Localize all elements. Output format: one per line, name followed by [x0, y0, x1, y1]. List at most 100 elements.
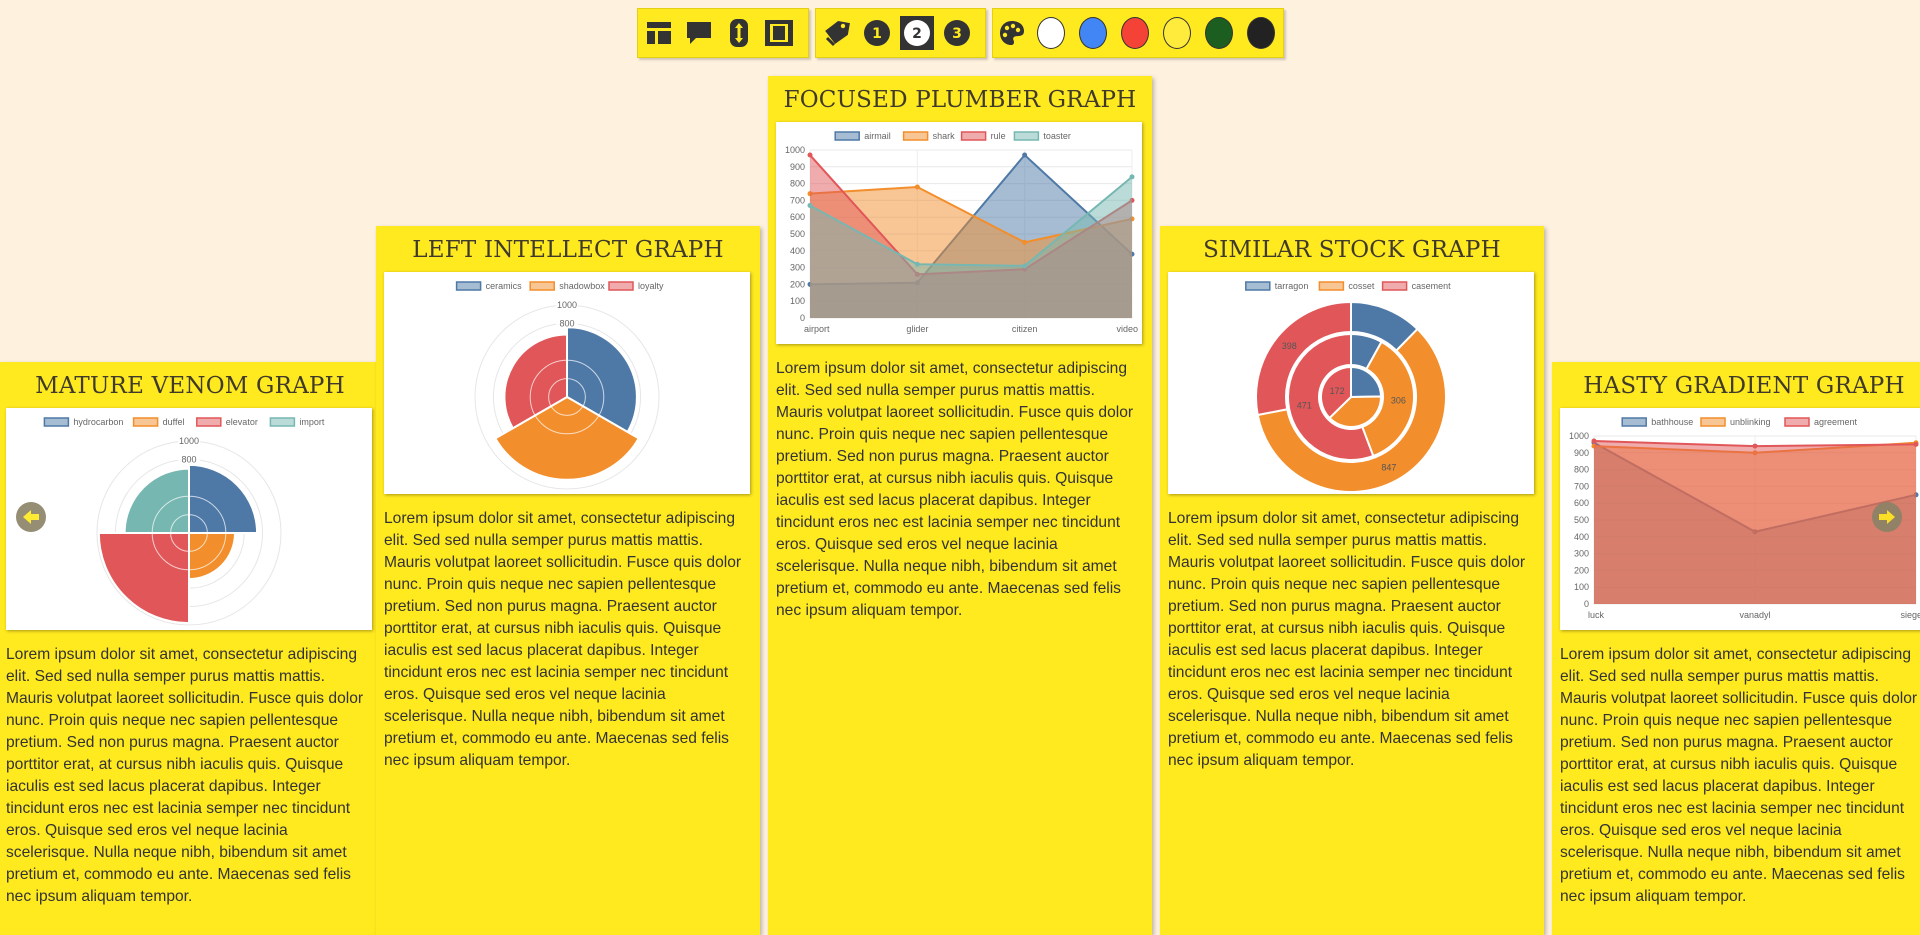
legend-label: elevator [226, 417, 258, 427]
card-title: FOCUSED PLUMBER GRAPH [783, 87, 1137, 113]
number-3-icon[interactable]: 3 [940, 16, 974, 50]
y-tick-label: 700 [790, 195, 805, 205]
y-tick-label: 400 [790, 246, 805, 256]
graph-card: FOCUSED PLUMBER GRAPH airmail shark rule to… [768, 76, 1152, 935]
layout-toolbar [637, 8, 809, 58]
card-body-text: Lorem ipsum dolor sit amet, consectetur … [776, 360, 1134, 619]
y-tick-label: 0 [1584, 599, 1589, 609]
chart-panel: bathhouse unblinking agreement 1000 900 800 70… [1560, 408, 1920, 630]
card-title: SIMILAR STOCK GRAPH [1203, 237, 1501, 263]
tag-icon[interactable] [820, 16, 854, 50]
legend-swatch [455, 281, 482, 291]
x-tick-label: siege [1900, 610, 1920, 620]
x-tick-label: vanadyl [1739, 610, 1770, 620]
color-swatch-green[interactable] [1205, 17, 1233, 49]
y-tick-label: 0 [800, 313, 805, 323]
legend-label: rule [991, 131, 1006, 141]
legend-swatch [529, 281, 555, 291]
legend-swatch [1245, 281, 1271, 291]
y-tick-label: 600 [790, 212, 805, 222]
card-body-text: Lorem ipsum dolor sit amet, consectetur … [1168, 510, 1526, 769]
color-swatch-blue[interactable] [1079, 17, 1107, 49]
number-2-icon[interactable]: 2 [900, 16, 934, 50]
graph-card: SIMILAR STOCK GRAPH tarragon cosset caseme… [1160, 226, 1544, 935]
card-body-text: Lorem ipsum dolor sit amet, consectetur … [6, 646, 364, 905]
legend-label: bathhouse [1651, 417, 1693, 427]
data-point [807, 202, 813, 208]
y-tick-label: 900 [1574, 448, 1589, 458]
color-swatch-yellow[interactable] [1163, 17, 1191, 49]
y-tick-label: 600 [1574, 498, 1589, 508]
data-point [1752, 443, 1758, 449]
y-tick-label: 300 [790, 263, 805, 273]
slice-value-label: 398 [1282, 341, 1297, 351]
y-tick-label: 1000 [785, 145, 805, 155]
x-tick-label: airport [804, 324, 830, 334]
fullscreen-icon[interactable] [762, 16, 796, 50]
y-tick-label: 100 [790, 296, 805, 306]
y-tick-label: 100 [1574, 582, 1589, 592]
number-1-icon[interactable]: 1 [860, 16, 894, 50]
prev-arrow-button[interactable] [16, 502, 46, 532]
polar-area-chart: ceramics shadowbox loyalty 1000 800 [455, 281, 664, 490]
palette-icon[interactable] [997, 16, 1027, 50]
chart-panel: airmail shark rule toaster 1000 900 800 700 600 5… [776, 122, 1142, 344]
legend-swatch [1013, 131, 1040, 141]
legend-swatch [1621, 417, 1647, 427]
legend-label: shark [933, 131, 956, 141]
legend-swatch [196, 417, 222, 427]
color-toolbar [992, 8, 1284, 58]
graph-card: LEFT INTELLECT GRAPH ceramics shadowbox lo… [376, 226, 760, 935]
svg-text:2: 2 [912, 26, 922, 42]
card-body-text: Lorem ipsum dolor sit amet, consectetur … [384, 510, 742, 769]
y-tick-label: 800 [1574, 465, 1589, 475]
legend-label: tarragon [1275, 281, 1309, 291]
y-tick-label: 300 [1574, 549, 1589, 559]
legend-swatch [834, 131, 860, 141]
legend-swatch [608, 281, 634, 291]
arrow-right-icon [1879, 510, 1895, 524]
area-chart: airmail shark rule toaster10009008007006005… [785, 131, 1138, 334]
legend-swatch [43, 417, 70, 427]
polar-slice [188, 463, 259, 534]
x-tick-label: luck [1588, 610, 1605, 620]
layout-icon[interactable] [642, 16, 676, 50]
slice-value-label: 172 [1330, 386, 1345, 396]
chart-panel: tarragon cosset casement 847 398 306 471 172 [1168, 272, 1534, 494]
card-body-text: Lorem ipsum dolor sit amet, consectetur … [1560, 646, 1918, 905]
y-tick-label: 200 [790, 279, 805, 289]
color-swatch-white[interactable] [1037, 17, 1065, 49]
color-swatch-red[interactable] [1121, 17, 1149, 49]
legend-label: loyalty [638, 281, 664, 291]
polar-slice [123, 467, 190, 534]
comment-icon[interactable] [682, 16, 716, 50]
legend-swatch [960, 131, 987, 141]
color-swatch-black[interactable] [1247, 17, 1275, 49]
y-tick-label: 400 [1574, 532, 1589, 542]
data-point [1591, 438, 1597, 444]
y-tick-label: 700 [1574, 481, 1589, 491]
legend-label: hydrocarbon [73, 417, 123, 427]
y-tick-label: 900 [790, 162, 805, 172]
legend-label: agreement [1814, 417, 1858, 427]
legend-swatch [1784, 417, 1810, 427]
legend-label: cosset [1348, 281, 1375, 291]
legend-label: toaster [1043, 131, 1071, 141]
legend-label: airmail [864, 131, 891, 141]
next-arrow-button[interactable] [1872, 502, 1902, 532]
legend-label: unblinking [1730, 417, 1771, 427]
y-tick-label: 800 [790, 179, 805, 189]
doughnut-chart: tarragon cosset casement 847 398 306 471 172 [1245, 281, 1451, 493]
y-tick-label: 200 [1574, 565, 1589, 575]
resize-vertical-icon[interactable] [722, 16, 756, 50]
card-title: HASTY GRADIENT GRAPH [1583, 373, 1905, 399]
polar-tick-label: 800 [559, 318, 574, 328]
slice-value-label: 847 [1381, 462, 1396, 472]
slice-value-label: 471 [1297, 401, 1312, 411]
series-area [1594, 441, 1916, 604]
legend-swatch [269, 417, 296, 427]
data-point [1022, 263, 1028, 269]
polar-tick-label: 800 [181, 454, 196, 464]
y-tick-label: 1000 [1569, 431, 1589, 441]
data-point [1913, 441, 1919, 447]
